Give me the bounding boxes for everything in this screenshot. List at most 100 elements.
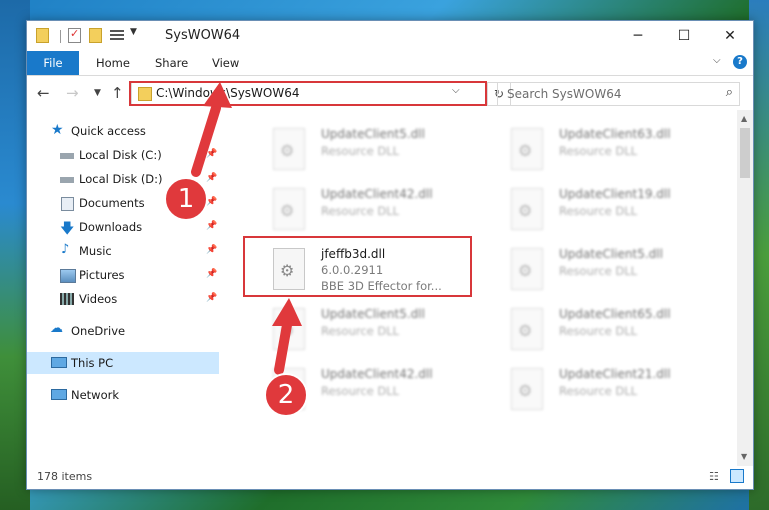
sidebar-item-label: Downloads	[79, 220, 143, 234]
file-description: Resource DLL	[559, 324, 638, 338]
file-name: UpdateClient42.dll	[321, 187, 433, 201]
sidebar-item-label: Network	[71, 388, 120, 402]
file-description: Resource DLL	[321, 144, 400, 158]
new-folder-icon[interactable]	[89, 28, 102, 43]
file-item[interactable]: UpdateClient21.dll Resource DLL	[511, 364, 741, 414]
sidebar-item-label: Pictures	[79, 268, 125, 282]
file-description: Resource DLL	[321, 204, 400, 218]
sidebar-item-local-disk-c[interactable]: Local Disk (C:) 📌	[27, 144, 219, 166]
drive-icon	[60, 153, 74, 159]
ribbon-tabs: File Home Share View ⌵ ?	[27, 51, 753, 76]
sidebar-item-label: Local Disk (D:)	[79, 172, 163, 186]
music-icon: ♪	[61, 242, 70, 257]
search-placeholder: Search SysWOW64	[507, 87, 622, 101]
sidebar-item-music[interactable]: ♪ Music 📌	[27, 240, 219, 262]
sidebar-item-quick-access[interactable]: ★ Quick access	[27, 120, 219, 142]
scroll-up-icon[interactable]: ▲	[741, 114, 747, 123]
separator	[60, 30, 61, 43]
sidebar-item-label: This PC	[71, 356, 114, 370]
file-description: Resource DLL	[559, 144, 638, 158]
file-name: UpdateClient21.dll	[559, 367, 671, 381]
file-description: Resource DLL	[559, 384, 638, 398]
window-title: SysWOW64	[165, 28, 241, 43]
file-item[interactable]: UpdateClient65.dll Resource DLL	[511, 304, 741, 354]
vertical-scrollbar[interactable]: ▲ ▼	[737, 110, 753, 466]
pin-icon[interactable]: 📌	[206, 221, 217, 231]
details-view-icon[interactable]: ☷	[709, 470, 719, 483]
help-icon[interactable]: ?	[733, 55, 747, 69]
minimize-button[interactable]: ─	[615, 21, 661, 51]
search-input[interactable]: Search SysWOW64 ⌕	[497, 82, 740, 106]
file-name: UpdateClient19.dll	[559, 187, 671, 201]
dll-file-icon	[511, 248, 543, 290]
document-icon	[61, 197, 74, 211]
scroll-down-icon[interactable]: ▼	[741, 452, 747, 461]
customize-toolbar-icon[interactable]	[110, 30, 124, 42]
step-1-badge: 1	[164, 177, 208, 221]
folder-icon[interactable]	[36, 28, 49, 43]
tab-share[interactable]: Share	[155, 51, 188, 75]
properties-icon[interactable]	[68, 27, 81, 43]
dll-file-icon	[273, 308, 305, 350]
sidebar-item-label: OneDrive	[71, 324, 126, 338]
pin-icon[interactable]: 📌	[206, 245, 217, 255]
sidebar-item-this-pc[interactable]: This PC	[27, 352, 219, 374]
navigation-pane: ★ Quick access Local Disk (C:) 📌 Local D…	[27, 110, 223, 470]
star-icon: ★	[51, 122, 64, 138]
expand-ribbon-icon[interactable]: ⌵	[713, 55, 721, 66]
file-item[interactable]: UpdateClient19.dll Resource DLL	[511, 184, 741, 234]
dll-file-icon	[273, 128, 305, 170]
tab-file[interactable]: File	[27, 51, 79, 75]
tiles-view-icon[interactable]	[730, 469, 744, 483]
dll-file-icon	[511, 188, 543, 230]
close-button[interactable]: ✕	[707, 21, 753, 51]
file-item[interactable]: UpdateClient5.dll Resource DLL	[273, 124, 503, 174]
sidebar-item-pictures[interactable]: Pictures 📌	[27, 264, 219, 286]
chevron-down-icon[interactable]: ▼	[130, 27, 137, 43]
file-description: Resource DLL	[559, 264, 638, 278]
file-item[interactable]: UpdateClient42.dll Resource DLL	[273, 184, 503, 234]
status-bar: 178 items ☷	[27, 466, 753, 489]
file-highlight-box	[243, 236, 472, 297]
pin-icon[interactable]: 📌	[206, 173, 217, 183]
cloud-icon: ☁	[50, 321, 63, 336]
sidebar-item-onedrive[interactable]: ☁ OneDrive	[27, 320, 219, 342]
back-button[interactable]: ←	[37, 84, 50, 102]
file-item[interactable]: UpdateClient5.dll Resource DLL	[511, 244, 741, 294]
title-bar: ▼ SysWOW64 ─ ☐ ✕	[27, 21, 753, 51]
sidebar-item-videos[interactable]: Videos 📌	[27, 288, 219, 310]
sidebar-item-label: Videos	[79, 292, 118, 306]
scroll-thumb[interactable]	[740, 128, 750, 178]
tab-home[interactable]: Home	[96, 51, 130, 75]
pin-icon[interactable]: 📌	[206, 269, 217, 279]
pin-icon[interactable]: 📌	[206, 293, 217, 303]
maximize-button[interactable]: ☐	[661, 21, 707, 51]
sidebar-item-label: Local Disk (C:)	[79, 148, 162, 162]
network-icon	[51, 389, 67, 400]
file-name: UpdateClient65.dll	[559, 307, 671, 321]
recent-locations-button[interactable]: ▼	[94, 88, 101, 98]
item-count: 178 items	[37, 470, 93, 483]
drive-icon	[60, 177, 74, 183]
file-item[interactable]: UpdateClient5.dll Resource DLL	[273, 304, 503, 354]
file-description: Resource DLL	[321, 324, 400, 338]
dll-file-icon	[511, 368, 543, 410]
navigation-bar: ← → ▼ ↑ C:\Windows\SysWOW64 ⌵ ↻ Search S…	[27, 76, 753, 110]
computer-icon	[51, 357, 67, 368]
forward-button[interactable]: →	[66, 84, 79, 102]
tab-view[interactable]: View	[212, 51, 239, 75]
sidebar-item-label: Music	[79, 244, 112, 258]
file-description: Resource DLL	[321, 384, 400, 398]
file-item[interactable]: UpdateClient63.dll Resource DLL	[511, 124, 741, 174]
film-icon	[60, 293, 74, 305]
file-item[interactable]: UpdateClient42.dll Resource DLL	[273, 364, 503, 414]
file-name: UpdateClient5.dll	[559, 247, 663, 261]
picture-icon	[60, 269, 76, 283]
pin-icon[interactable]: 📌	[206, 149, 217, 159]
sidebar-item-network[interactable]: Network	[27, 384, 219, 406]
up-button[interactable]: ↑	[111, 84, 124, 102]
dll-file-icon	[511, 128, 543, 170]
file-name: UpdateClient63.dll	[559, 127, 671, 141]
search-icon[interactable]: ⌕	[726, 85, 733, 100]
file-name: UpdateClient42.dll	[321, 367, 433, 381]
